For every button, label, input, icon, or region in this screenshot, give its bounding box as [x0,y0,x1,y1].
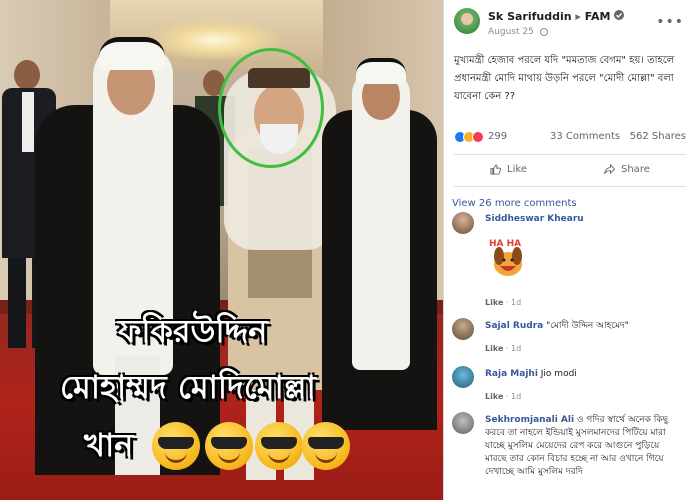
share-label: Share [621,164,650,175]
comment-body: Sajal Rudra "মোদী উদ্দিন আহমেদ" [485,320,683,333]
group-name[interactable]: FAM [585,10,611,23]
commenter-name[interactable]: Sajal Rudra [485,321,543,331]
commenter-avatar[interactable] [452,212,474,234]
share-arrow-icon [604,164,615,175]
author-avatar[interactable] [454,8,480,34]
reactions-bar: 299 33 Comments 562 Shares [454,131,686,145]
post-header: Sk Sarifuddin ▸ FAM August 25 ••• [454,8,686,38]
comments-count[interactable]: 33 Comments [550,131,620,142]
sunglasses-emoji-icon [152,422,200,470]
comment-like-link[interactable]: Like [485,344,503,353]
reaction-count[interactable]: 299 [488,131,507,142]
comment-item: Sajal Rudra "মোদী উদ্দিন আহমেদ" Like · 1… [452,318,686,356]
comment-meta: Like · 1d [485,392,522,401]
caption-line-1: ফকিরউদ্দিন [118,312,268,350]
comment-age[interactable]: 1d [511,344,521,353]
ellipsis-icon[interactable]: ••• [656,14,684,30]
love-reaction-icon[interactable] [472,131,484,143]
commenter-avatar[interactable] [452,318,474,340]
comment-item: Siddheswar Khearu HA HA Like · 1d [452,212,686,308]
thumbs-up-icon [490,164,501,175]
post-text: মুখ্যমন্ত্রী হেজাব পরলে যদি "মমতাজ বেগম"… [454,55,675,102]
view-more-comments-link[interactable]: View 26 more comments [452,198,577,209]
sunglasses-emoji-icon [255,422,303,470]
like-button[interactable]: Like [490,164,527,175]
comment-age[interactable]: 1d [511,392,521,401]
commenter-name[interactable]: Raja Majhi [485,369,538,379]
comment-item: Sekhromjanali Ali ও গদির স্বার্থে অনেক ক… [452,412,686,498]
comment-like-link[interactable]: Like [485,392,503,401]
comment-meta: Like · 1d [485,344,522,353]
highlight-circle [218,48,324,168]
share-button[interactable]: Share [604,164,650,175]
comment-meta: Like · 1d [485,298,522,307]
author-name[interactable]: Sk Sarifuddin [488,10,572,23]
post-actions: Like Share [454,160,686,182]
comment-text: Jio modi [540,369,577,379]
facebook-post-panel: Sk Sarifuddin ▸ FAM August 25 ••• মুখ্যম… [443,0,690,500]
shares-count[interactable]: 562 Shares [630,131,686,142]
sunglasses-emoji-icon [302,422,350,470]
comment-body: Raja Majhi Jio modi [485,368,683,381]
sticker-text: HA HA [489,239,521,249]
comment-text: "মোদী উদ্দিন আহমেদ" [546,321,629,331]
comment-age[interactable]: 1d [511,298,521,307]
verified-badge-icon [614,10,625,20]
comment-like-link[interactable]: Like [485,298,503,307]
globe-icon [539,27,548,36]
divider [454,154,686,155]
post-photo[interactable]: ফকিরউদ্দিন মোহাম্মদ মোদিমোল্লা খান [0,0,443,500]
sunglasses-emoji-icon [205,422,253,470]
commenter-name[interactable]: Sekhromjanali Ali [485,415,574,425]
comment-body: Sekhromjanali Ali ও গদির স্বার্থে অনেক ক… [485,414,683,479]
commenter-avatar[interactable] [452,366,474,388]
caption-line-2: মোহাম্মদ মোদিমোল্লা [60,368,316,406]
comment-body: Siddheswar Khearu [485,214,584,224]
post-author-line: Sk Sarifuddin ▸ FAM [488,10,625,23]
comment-item: Raja Majhi Jio modi Like · 1d [452,366,686,404]
like-label: Like [507,164,527,175]
commenter-name[interactable]: Siddheswar Khearu [485,214,584,224]
comments-shares-counts: 33 Comments 562 Shares [550,131,686,142]
arrow-icon: ▸ [575,10,581,23]
post-date-line: August 25 [488,27,548,37]
commenter-avatar[interactable] [452,412,474,434]
post-date[interactable]: August 25 [488,27,534,37]
divider [454,186,686,187]
haha-dog-sticker: HA HA [485,234,531,280]
